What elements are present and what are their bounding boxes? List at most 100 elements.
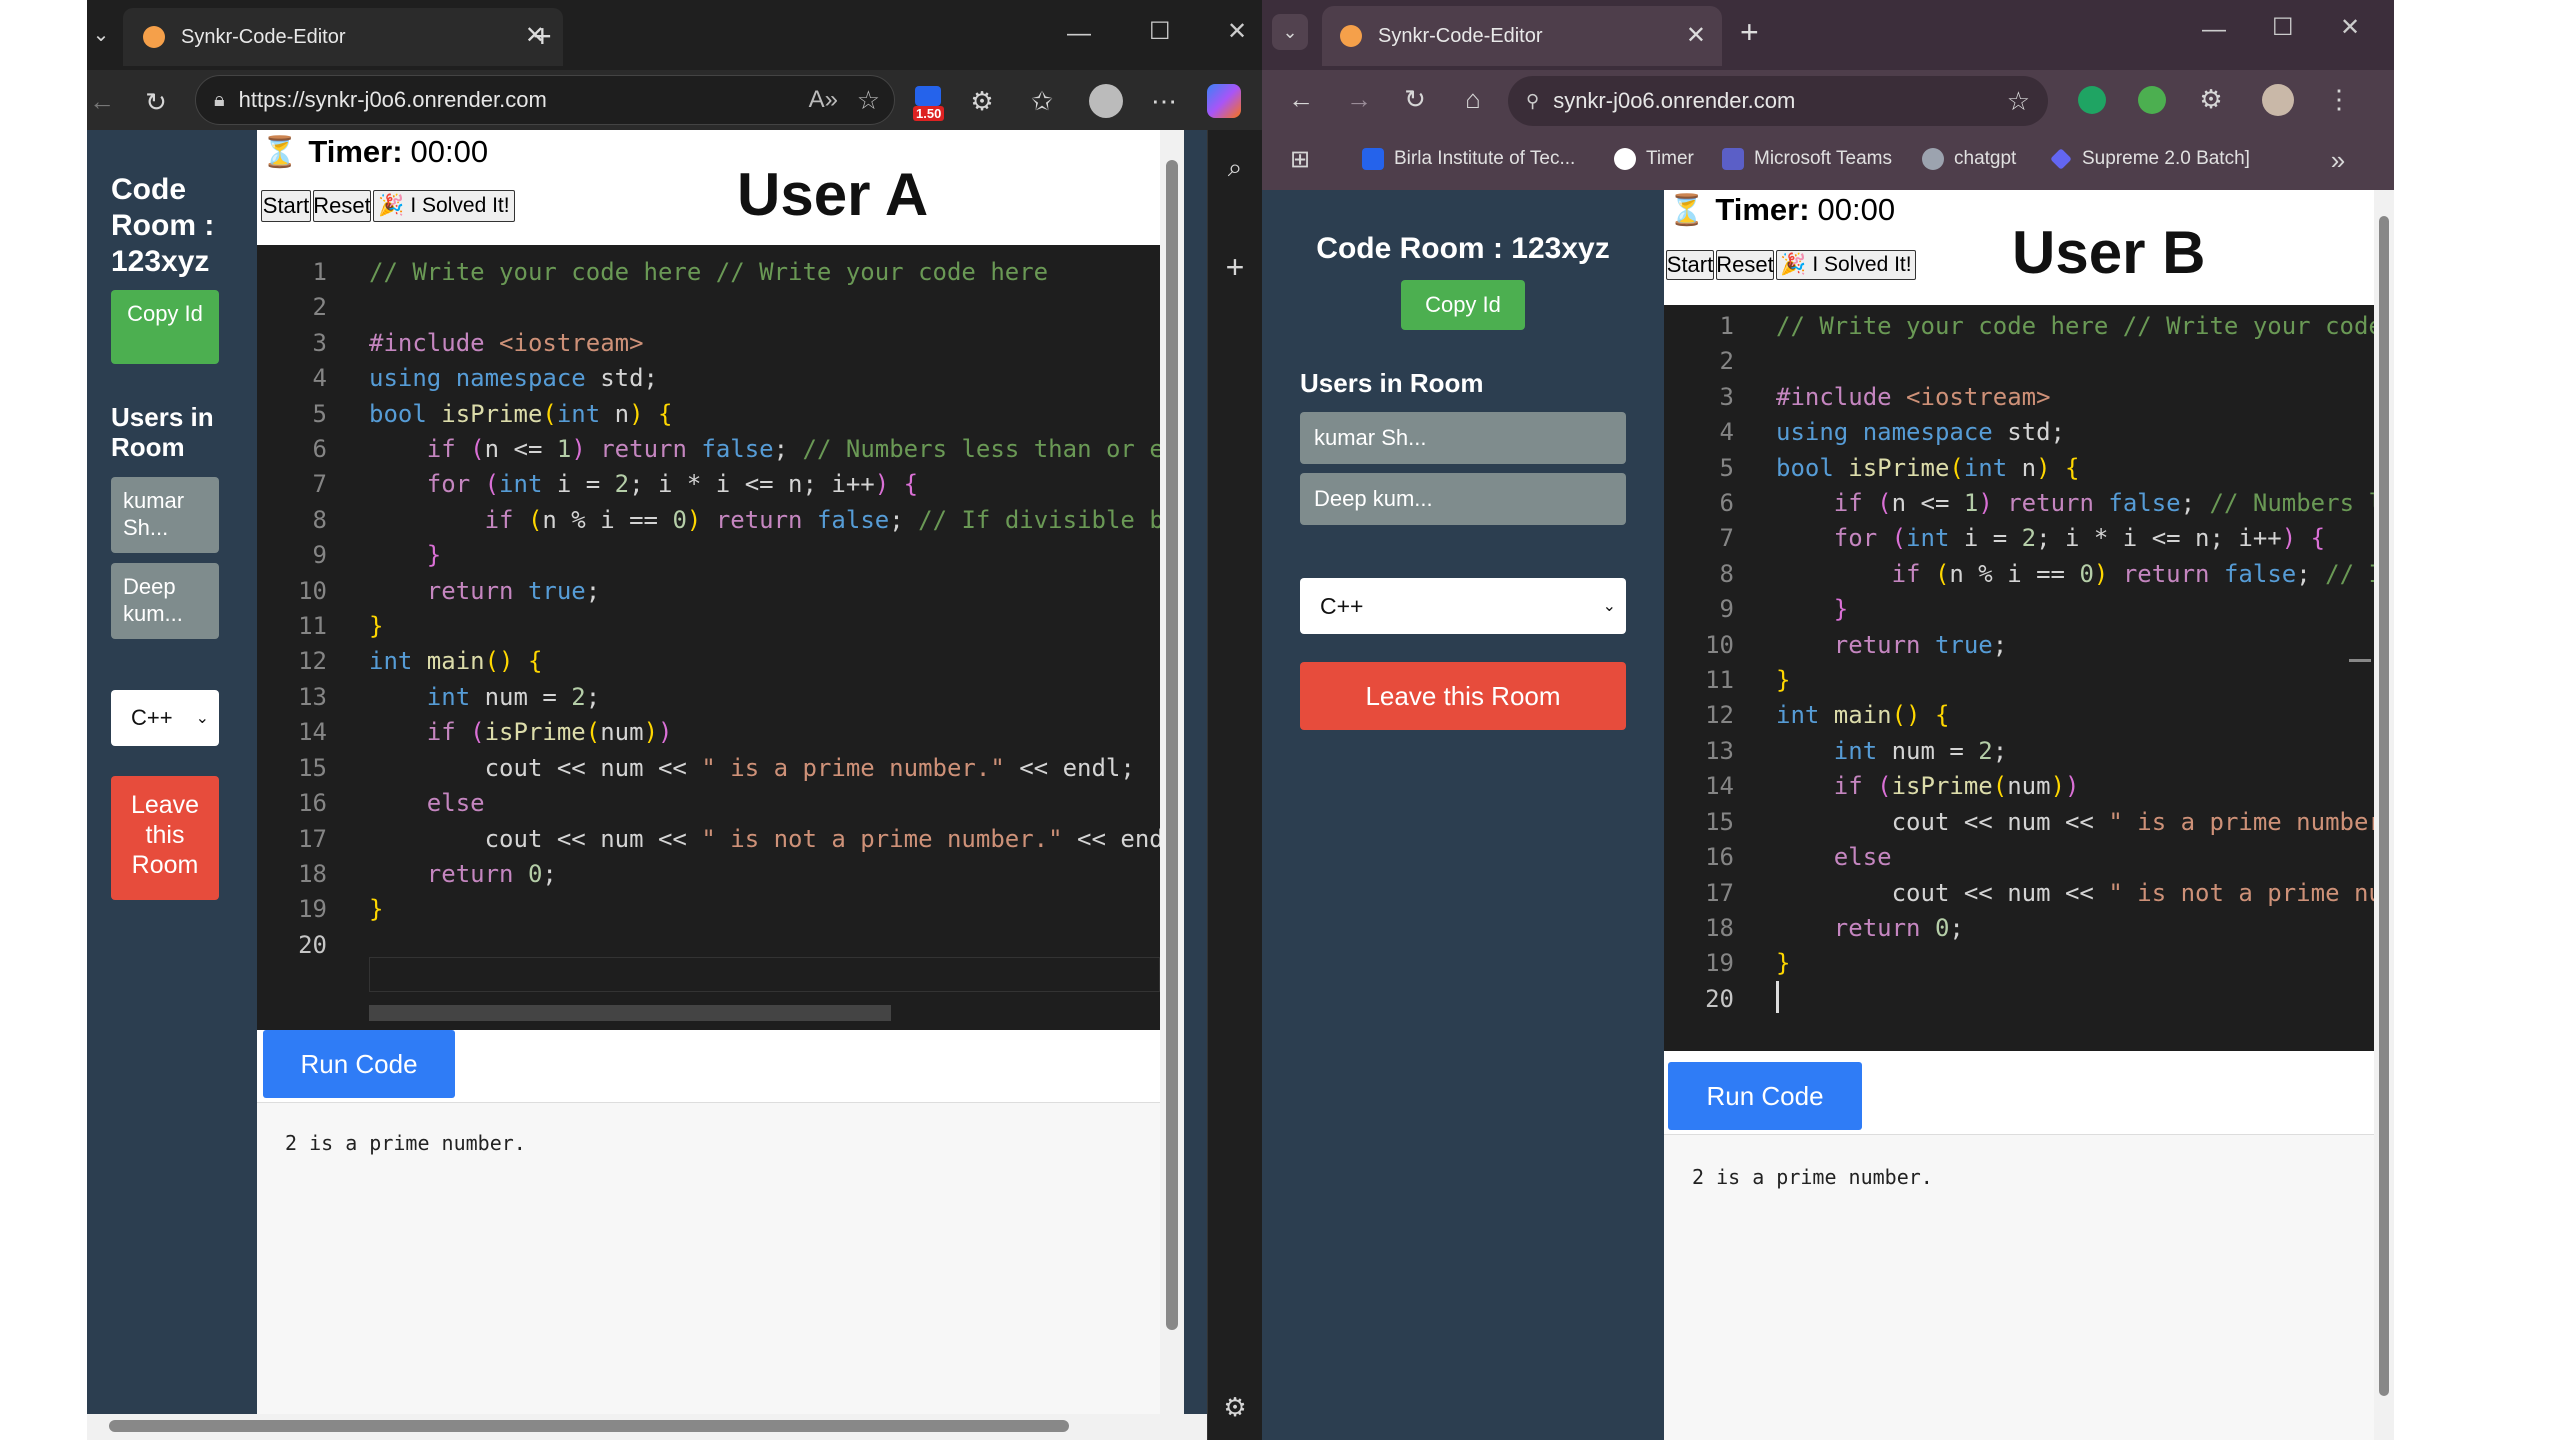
code-line[interactable]: else [1776, 840, 2374, 875]
run-code-button[interactable]: Run Code [263, 1030, 455, 1098]
start-button[interactable]: Start [1666, 250, 1714, 280]
code-content[interactable]: // Write your code here // Write your co… [369, 255, 1160, 963]
code-line[interactable]: if (n <= 1) return false; // Numbers les… [1776, 486, 2374, 521]
address-bar[interactable]: ⚲ synkr-j0o6.onrender.com ☆ [1508, 76, 2048, 126]
bookmark-item[interactable]: Timer [1614, 148, 1694, 170]
code-line[interactable]: cout << num << " is a prime number." << … [1776, 805, 2374, 840]
url-text[interactable]: https://synkr-j0o6.onrender.com [239, 87, 547, 113]
code-line[interactable]: int main() { [369, 644, 1160, 679]
bookmark-star-icon[interactable]: ☆ [2007, 86, 2030, 117]
extensions-puzzle-icon[interactable]: ⚙ [2194, 82, 2228, 116]
code-line[interactable]: } [369, 892, 1160, 927]
code-line[interactable]: else [369, 786, 1160, 821]
favorites-icon[interactable]: ✩ [1025, 84, 1059, 118]
code-line[interactable]: } [1776, 946, 2374, 981]
code-line[interactable] [369, 290, 1160, 325]
code-line[interactable]: int main() { [1776, 698, 2374, 733]
code-line[interactable]: } [1776, 592, 2374, 627]
language-select[interactable]: C++ ⌄ [1300, 578, 1626, 634]
code-line[interactable]: bool isPrime(int n) { [369, 397, 1160, 432]
more-bookmarks-icon[interactable]: » [2322, 144, 2354, 176]
close-window-icon[interactable]: ✕ [1227, 20, 1247, 44]
code-line[interactable]: if (isPrime(num)) [1776, 769, 2374, 804]
code-line[interactable]: for (int i = 2; i * i <= n; i++) { [369, 467, 1160, 502]
read-aloud-icon[interactable]: A» [809, 86, 838, 114]
settings-gear-icon[interactable]: ⚙ [1218, 1390, 1252, 1424]
bookmark-item[interactable]: Microsoft Teams [1722, 148, 1892, 170]
scrollbar-thumb[interactable] [1166, 160, 1178, 1330]
code-line[interactable]: } [369, 609, 1160, 644]
leave-room-button[interactable]: Leave this Room [1300, 662, 1626, 730]
reset-button[interactable]: Reset [1716, 250, 1774, 280]
close-tab-icon[interactable]: ✕ [1686, 24, 1706, 48]
site-settings-icon[interactable]: ⚲ [1526, 91, 1539, 112]
code-line[interactable]: } [1776, 663, 2374, 698]
code-line[interactable]: bool isPrime(int n) { [1776, 451, 2374, 486]
leave-room-button[interactable]: Leave this Room [111, 776, 219, 900]
extension-icon[interactable] [2138, 86, 2166, 114]
url-text[interactable]: synkr-j0o6.onrender.com [1553, 88, 1795, 114]
code-line[interactable]: if (n <= 1) return false; // Numbers les… [369, 432, 1160, 467]
close-window-icon[interactable]: ✕ [2340, 16, 2360, 40]
home-icon[interactable]: ⌂ [1456, 82, 1490, 116]
add-sidebar-icon[interactable]: + [1218, 250, 1252, 284]
tab-search-chevron-icon[interactable]: ⌄ [1272, 14, 1308, 50]
profile-avatar[interactable] [2262, 84, 2294, 116]
reload-icon[interactable]: ↻ [139, 85, 173, 119]
apps-grid-icon[interactable]: ⊞ [1284, 144, 1316, 176]
code-line[interactable]: using namespace std; [369, 361, 1160, 396]
start-button[interactable]: Start [261, 190, 311, 222]
bookmark-item[interactable]: Supreme 2.0 Batch] [2050, 148, 2250, 170]
code-content[interactable]: // Write your code here // Write your co… [1776, 309, 2374, 1017]
back-icon[interactable]: ← [87, 86, 117, 116]
search-icon[interactable]: ⌕ [1218, 150, 1252, 184]
maximize-icon[interactable]: ☐ [2272, 16, 2294, 40]
tab-synkr[interactable]: Synkr-Code-Editor ✕ [123, 8, 563, 66]
forward-icon[interactable]: → [1342, 82, 1376, 116]
minimize-icon[interactable]: — [2202, 18, 2226, 42]
code-line[interactable]: int num = 2; [1776, 734, 2374, 769]
code-line[interactable]: #include <iostream> [1776, 380, 2374, 415]
address-bar[interactable]: 🔒︎ https://synkr-j0o6.onrender.com A» ☆ [195, 75, 895, 125]
page-scrollbar[interactable] [2374, 190, 2394, 1440]
extensions-puzzle-icon[interactable]: ⚙ [965, 84, 999, 118]
run-code-button[interactable]: Run Code [1668, 1062, 1862, 1130]
code-line[interactable]: } [369, 538, 1160, 573]
code-line[interactable]: using namespace std; [1776, 415, 2374, 450]
copilot-icon[interactable] [1207, 84, 1241, 118]
maximize-icon[interactable]: ☐ [1149, 20, 1171, 44]
solved-button[interactable]: 🎉 I Solved It! [1776, 250, 1916, 280]
code-line[interactable]: // Write your code here // Write your co… [369, 255, 1160, 290]
more-menu-icon[interactable]: ⋯ [1147, 84, 1181, 118]
minimize-icon[interactable]: — [1067, 22, 1091, 46]
more-menu-icon[interactable]: ⋮ [2322, 82, 2356, 116]
code-line[interactable]: return 0; [369, 857, 1160, 892]
code-editor[interactable]: 1 2 3 4 5 6 7 8 9 10 11 12 13 14 15 16 17 18 19 20 // Write… [257, 245, 1160, 1030]
hscrollbar-thumb[interactable] [109, 1420, 1069, 1432]
code-line[interactable]: if (n % i == 0) return false; // If divi… [1776, 557, 2374, 592]
reset-button[interactable]: Reset [313, 190, 371, 222]
profile-avatar[interactable] [1089, 84, 1123, 118]
code-line[interactable]: return true; [1776, 628, 2374, 663]
language-select[interactable]: C++ ⌄ [111, 690, 219, 746]
code-line[interactable] [1776, 344, 2374, 379]
code-line[interactable]: #include <iostream> [369, 326, 1160, 361]
code-line[interactable]: if (n % i == 0) return false; // If divi… [369, 503, 1160, 538]
bookmark-item[interactable]: chatgpt [1922, 148, 2016, 170]
tab-actions-chevron-icon[interactable]: ⌄ [89, 20, 113, 50]
new-tab-icon[interactable]: + [1740, 16, 1759, 48]
code-line[interactable]: if (isPrime(num)) [369, 715, 1160, 750]
new-tab-icon[interactable]: + [533, 20, 552, 52]
code-line[interactable]: // Write your code here // Write your co… [1776, 309, 2374, 344]
code-line[interactable]: cout << num << " is not a prime number."… [1776, 876, 2374, 911]
solved-button[interactable]: 🎉 I Solved It! [373, 190, 515, 222]
tab-synkr[interactable]: Synkr-Code-Editor ✕ [1322, 6, 1722, 66]
code-line[interactable]: cout << num << " is not a prime number."… [369, 822, 1160, 857]
code-line[interactable] [1776, 982, 2374, 1017]
scrollbar-thumb[interactable] [2379, 216, 2389, 1396]
code-editor[interactable]: 1 2 3 4 5 6 7 8 9 10 11 12 13 14 15 16 17 18 19 20 // Write… [1664, 305, 2374, 1051]
code-line[interactable]: for (int i = 2; i * i <= n; i++) { [1776, 521, 2374, 556]
copy-id-button[interactable]: Copy Id [111, 290, 219, 364]
back-icon[interactable]: ← [1284, 82, 1318, 116]
reload-icon[interactable]: ↻ [1398, 82, 1432, 116]
